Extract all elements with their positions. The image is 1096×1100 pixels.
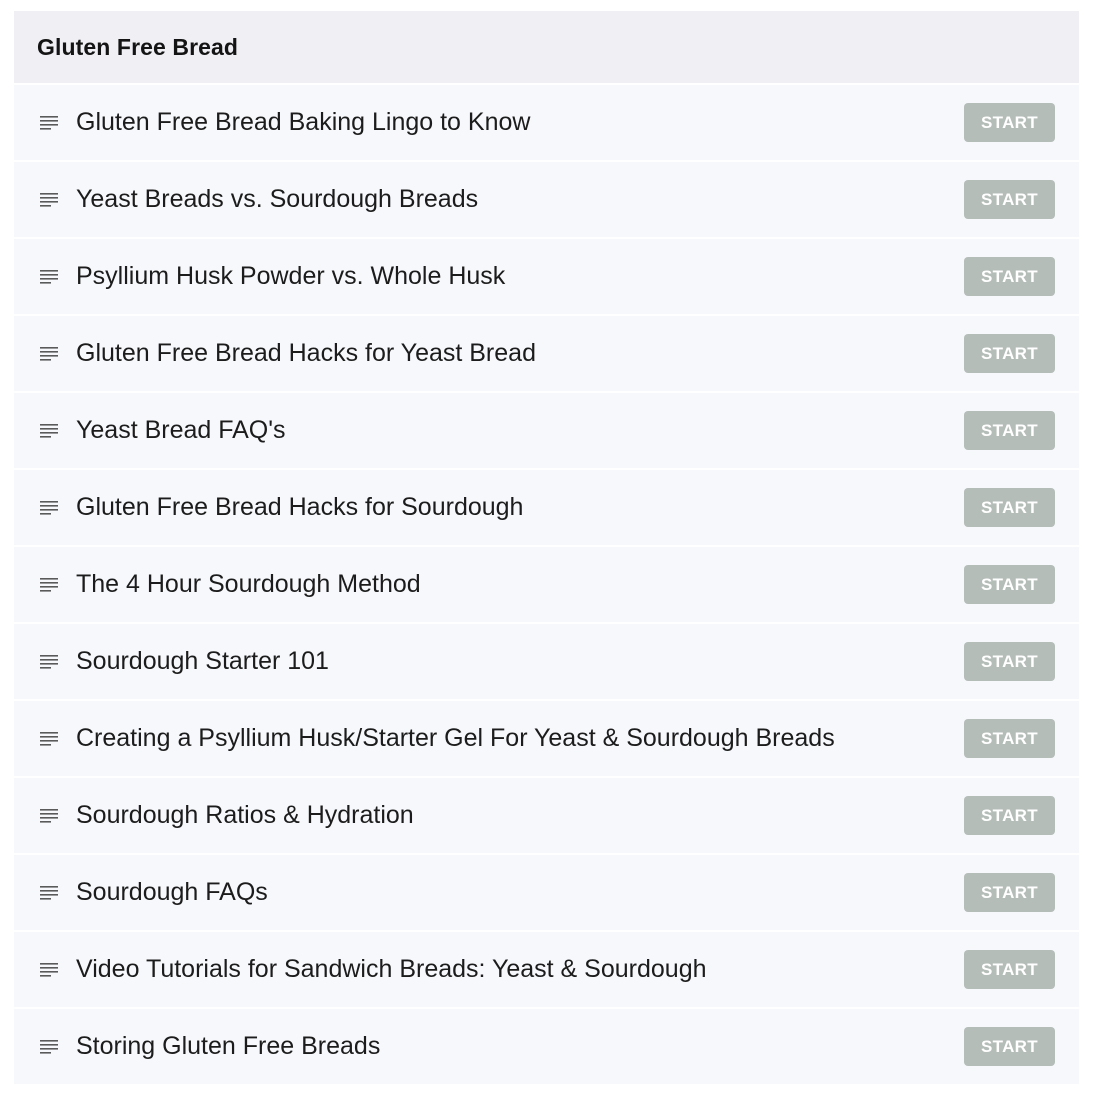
- text-lines-icon: [40, 115, 58, 131]
- lesson-title: Video Tutorials for Sandwich Breads: Yea…: [76, 955, 707, 983]
- lesson-title: Gluten Free Bread Hacks for Sourdough: [76, 493, 524, 521]
- lesson-row[interactable]: Sourdough FAQs START: [14, 855, 1079, 930]
- text-lines-icon: [40, 192, 58, 208]
- lesson-title: The 4 Hour Sourdough Method: [76, 570, 421, 598]
- lesson-row[interactable]: Yeast Bread FAQ's START: [14, 393, 1079, 468]
- text-lines-icon: [40, 962, 58, 978]
- lesson-row[interactable]: Psyllium Husk Powder vs. Whole Husk START: [14, 239, 1079, 314]
- lesson-title: Creating a Psyllium Husk/Starter Gel For…: [76, 724, 835, 752]
- start-button[interactable]: START: [964, 180, 1055, 219]
- lesson-row[interactable]: Sourdough Ratios & Hydration START: [14, 778, 1079, 853]
- lesson-title: Storing Gluten Free Breads: [76, 1032, 381, 1060]
- text-lines-icon: [40, 269, 58, 285]
- text-lines-icon: [40, 500, 58, 516]
- lesson-title: Gluten Free Bread Baking Lingo to Know: [76, 108, 531, 136]
- text-lines-icon: [40, 577, 58, 593]
- text-lines-icon: [40, 808, 58, 824]
- text-lines-icon: [40, 1039, 58, 1055]
- section-header: Gluten Free Bread: [14, 11, 1079, 83]
- lesson-row[interactable]: Gluten Free Bread Hacks for Sourdough STA…: [14, 470, 1079, 545]
- lesson-title: Sourdough FAQs: [76, 878, 268, 906]
- lesson-title: Yeast Breads vs. Sourdough Breads: [76, 185, 479, 213]
- start-button[interactable]: START: [964, 334, 1055, 373]
- section-title: Gluten Free Bread: [37, 33, 239, 60]
- text-lines-icon: [40, 885, 58, 901]
- start-button[interactable]: START: [964, 642, 1055, 681]
- start-button[interactable]: START: [964, 719, 1055, 758]
- start-button[interactable]: START: [964, 411, 1055, 450]
- start-button[interactable]: START: [964, 796, 1055, 835]
- text-lines-icon: [40, 423, 58, 439]
- start-button[interactable]: START: [964, 257, 1055, 296]
- text-lines-icon: [40, 731, 58, 747]
- text-lines-icon: [40, 654, 58, 670]
- lesson-row[interactable]: The 4 Hour Sourdough Method START: [14, 547, 1079, 622]
- start-button[interactable]: START: [964, 565, 1055, 604]
- lesson-row[interactable]: Gluten Free Bread Hacks for Yeast Bread S…: [14, 316, 1079, 391]
- lesson-row[interactable]: Yeast Breads vs. Sourdough Breads START: [14, 162, 1079, 237]
- start-button[interactable]: START: [964, 873, 1055, 912]
- lesson-title: Gluten Free Bread Hacks for Yeast Bread: [76, 339, 536, 367]
- lesson-row[interactable]: Creating a Psyllium Husk/Starter Gel For…: [14, 701, 1079, 776]
- lesson-list: Gluten Free Bread Baking Lingo to Know ST…: [14, 85, 1079, 1084]
- lesson-title: Sourdough Starter 101: [76, 647, 329, 675]
- start-button[interactable]: START: [964, 103, 1055, 142]
- lesson-row[interactable]: Sourdough Starter 101 START: [14, 624, 1079, 699]
- lesson-row[interactable]: Storing Gluten Free Breads START: [14, 1009, 1079, 1084]
- course-section: Gluten Free Bread Gluten Free Bread Baki…: [14, 11, 1079, 1084]
- start-button[interactable]: START: [964, 1027, 1055, 1066]
- lesson-row[interactable]: Video Tutorials for Sandwich Breads: Yea…: [14, 932, 1079, 1007]
- start-button[interactable]: START: [964, 950, 1055, 989]
- lesson-title: Sourdough Ratios & Hydration: [76, 801, 414, 829]
- start-button[interactable]: START: [964, 488, 1055, 527]
- text-lines-icon: [40, 346, 58, 362]
- lesson-title: Yeast Bread FAQ's: [76, 416, 286, 444]
- lesson-row[interactable]: Gluten Free Bread Baking Lingo to Know ST…: [14, 85, 1079, 160]
- lesson-title: Psyllium Husk Powder vs. Whole Husk: [76, 262, 506, 290]
